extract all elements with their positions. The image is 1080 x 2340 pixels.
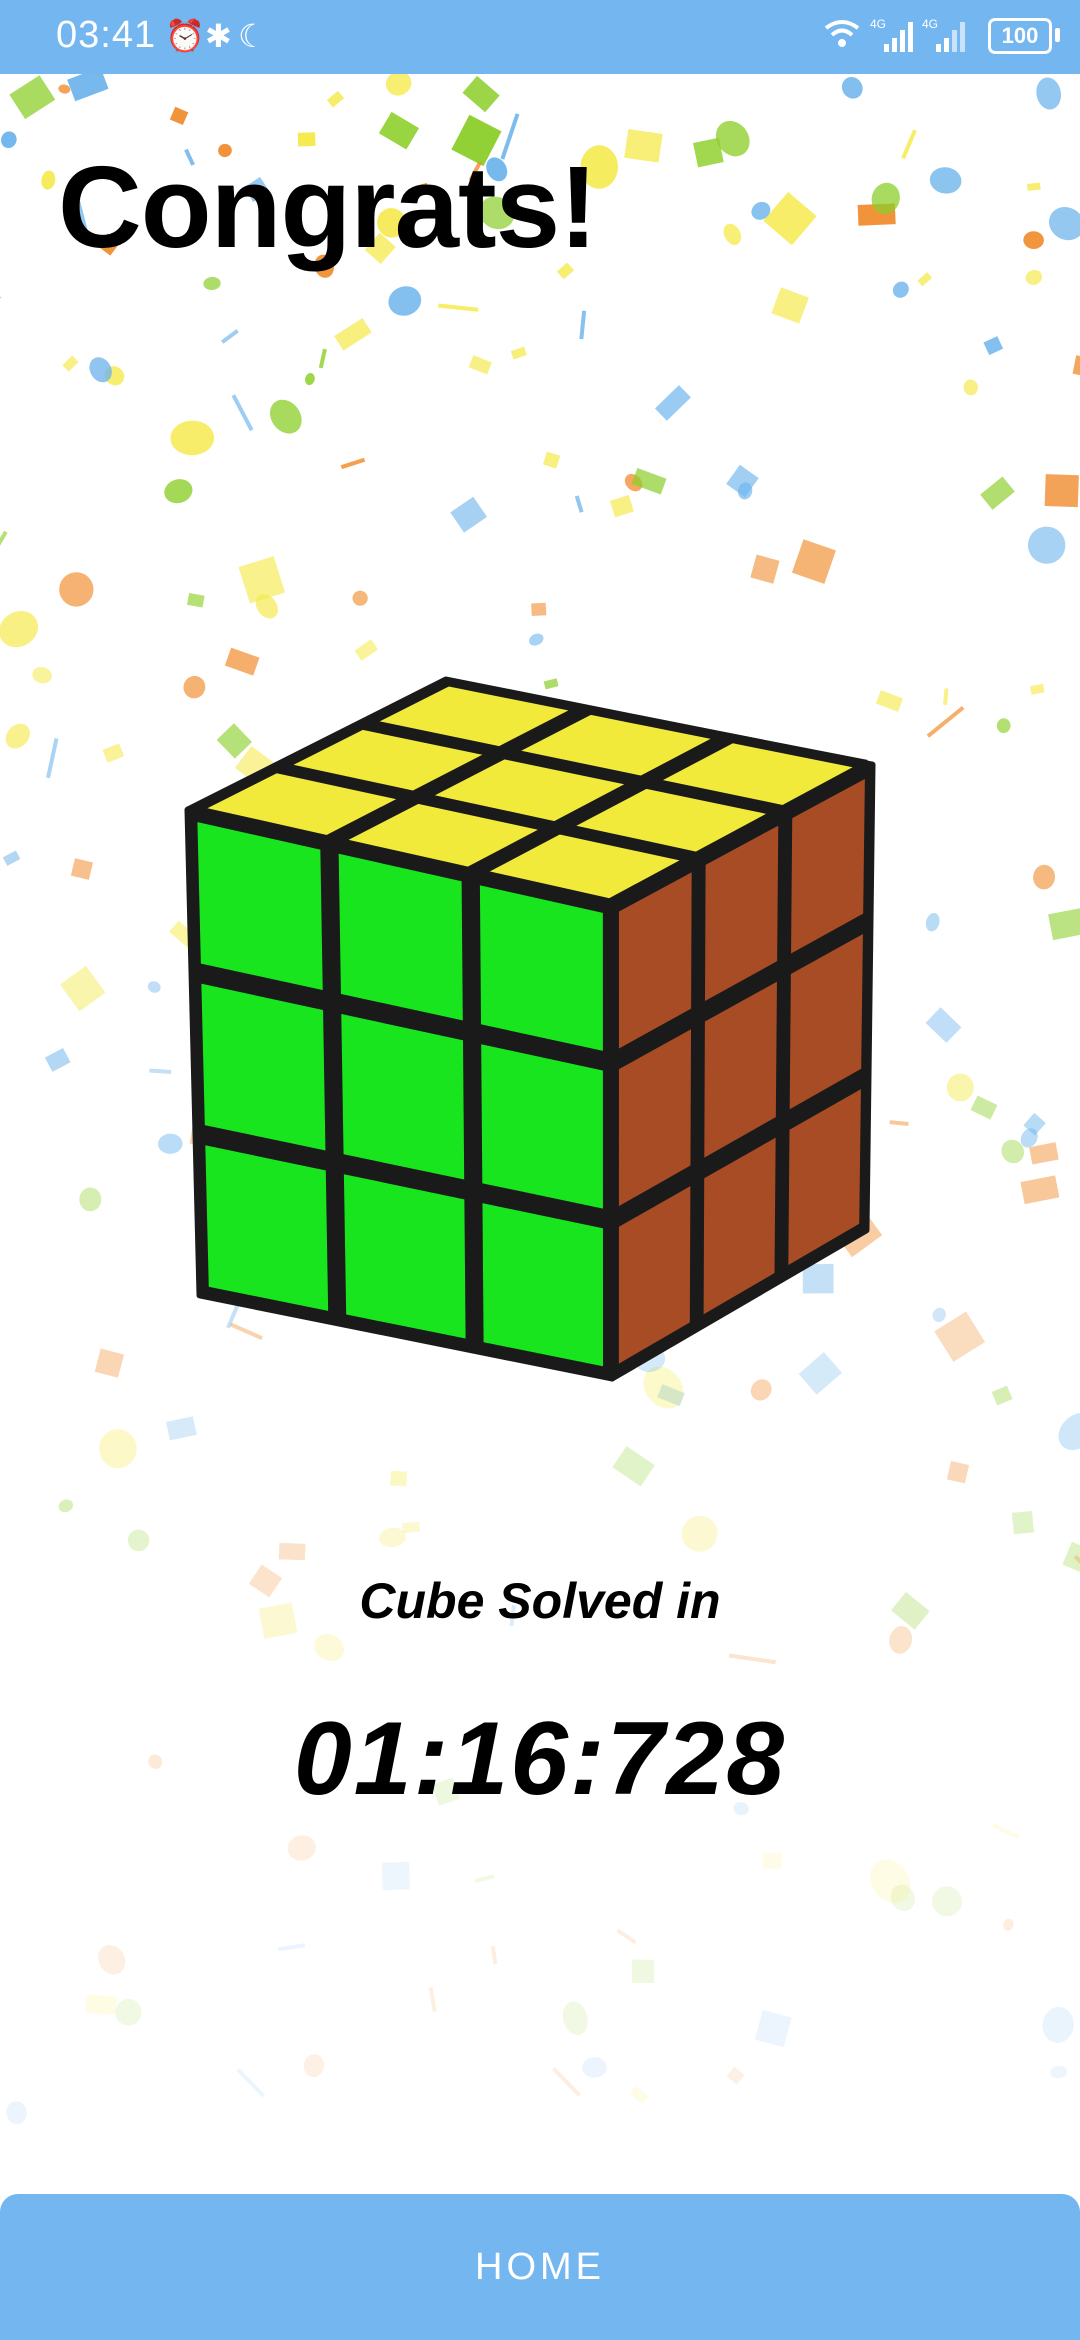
- cube-front-sticker: [331, 845, 470, 1029]
- solved-label: Cube Solved in: [359, 1573, 721, 1629]
- cube-front-sticker: [475, 1195, 611, 1375]
- cube-front-sticker: [334, 1006, 472, 1188]
- cube-front-sticker: [336, 1166, 473, 1347]
- solve-time: 01:16:728: [293, 1701, 787, 1817]
- cube-front-sticker: [190, 814, 330, 998]
- rubiks-cube: [184, 676, 876, 1382]
- home-button[interactable]: HOME: [0, 2194, 1080, 2340]
- cube-front-sticker: [474, 1036, 610, 1217]
- cube-front-sticker: [472, 877, 610, 1059]
- cube-front-sticker: [194, 975, 333, 1159]
- cube-front-sticker: [198, 1137, 336, 1319]
